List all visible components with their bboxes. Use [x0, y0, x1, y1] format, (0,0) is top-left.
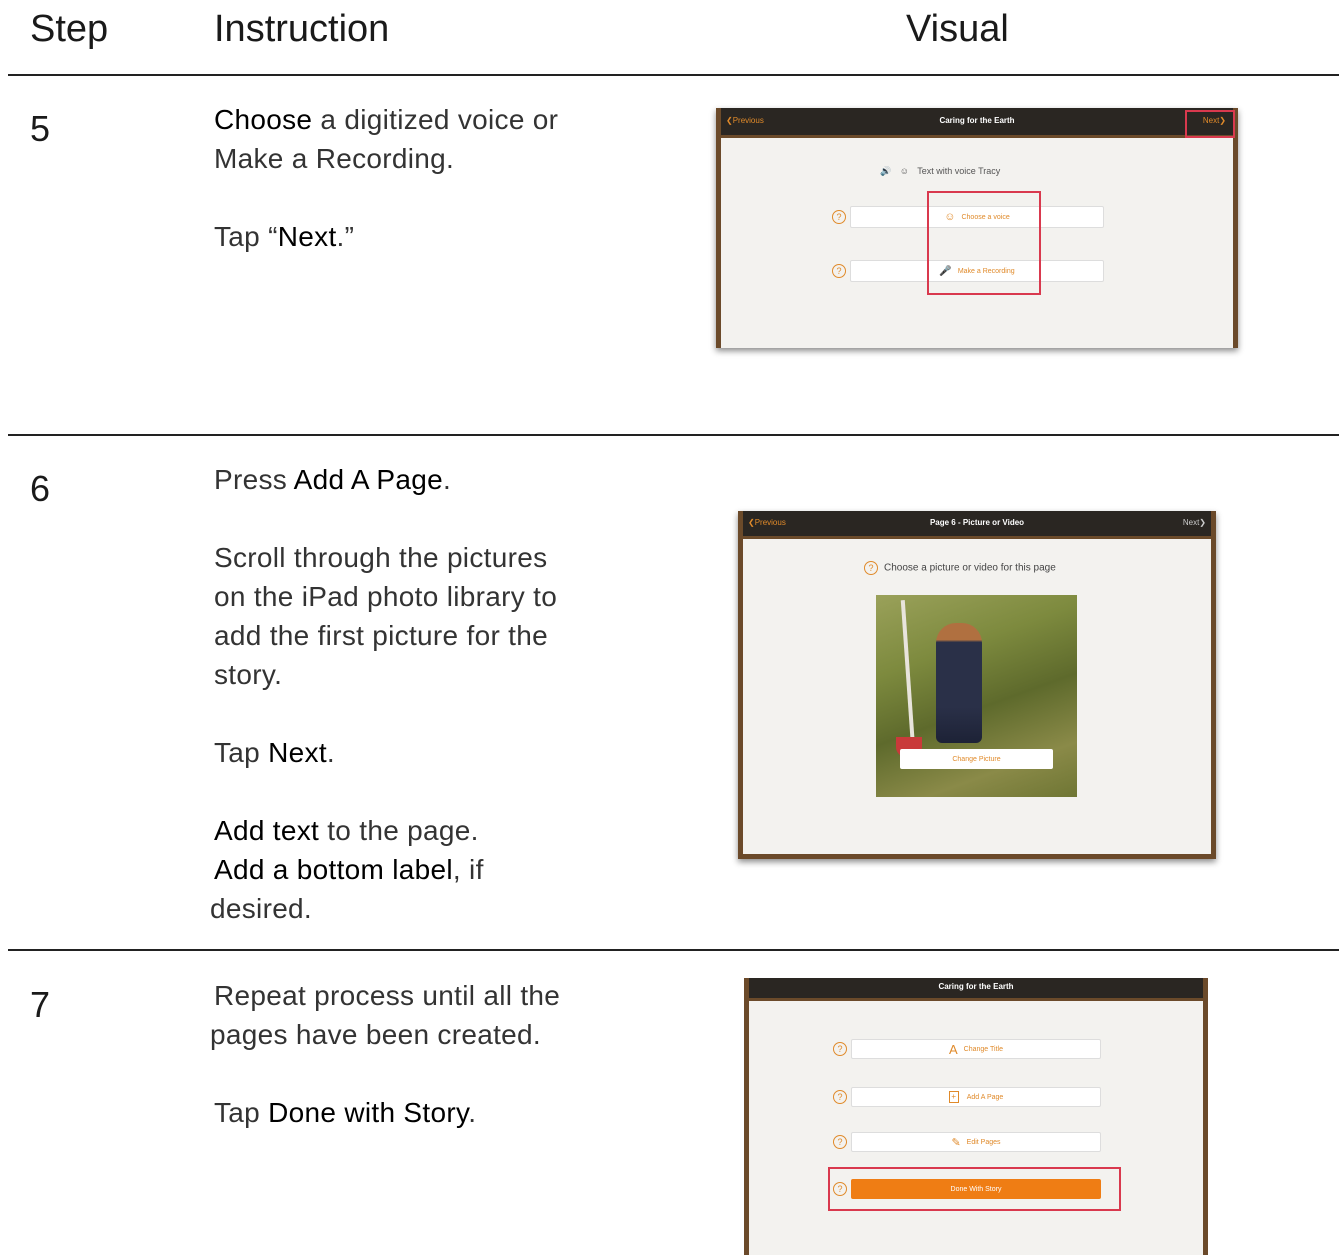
step-number: 6	[30, 468, 51, 509]
header-visual: Visual	[906, 8, 1009, 50]
screenshot-picture: ❮Previous Page 6 - Picture or Video Next…	[738, 511, 1216, 859]
emphasis: Add A Page	[293, 464, 443, 495]
help-icon[interactable]: ?	[833, 1090, 847, 1104]
toolbar: ❮Previous Page 6 - Picture or Video Next…	[738, 511, 1216, 539]
help-icon[interactable]: ?	[833, 1042, 847, 1056]
instruction-line: to the page.	[319, 815, 479, 846]
header-step: Step	[30, 8, 109, 50]
instruction-line: Repeat process until all the	[214, 980, 561, 1011]
instruction-line: , if	[452, 854, 484, 885]
help-icon[interactable]: ?	[832, 210, 846, 224]
instruction-text: Choose a digitized voice or Make a Recor…	[214, 100, 558, 256]
shovel-handle	[900, 600, 916, 750]
story-photo[interactable]: Change Picture	[876, 595, 1077, 797]
instruction-line: .”	[336, 221, 355, 252]
screenshot-story-menu: Caring for the Earth ? A Change Title ? +…	[744, 978, 1208, 1255]
highlight-box	[828, 1167, 1121, 1211]
screen-title: Caring for the Earth	[938, 982, 1014, 991]
highlight-box	[927, 191, 1041, 295]
instruction-line: Press	[214, 464, 294, 495]
screen-title: Page 6 - Picture or Video	[929, 518, 1025, 527]
instruction-line: .	[468, 1097, 477, 1128]
step-number: 5	[30, 108, 51, 149]
instruction-line: .	[326, 737, 335, 768]
emphasis: Add a bottom label	[214, 854, 453, 885]
emphasis: Next	[277, 221, 337, 252]
row-divider	[8, 949, 1339, 951]
emphasis: Next	[268, 737, 327, 768]
edit-pages-button[interactable]: ✎ Edit Pages	[851, 1132, 1101, 1152]
instruction-line: Tap	[214, 737, 269, 768]
add-page-icon: +	[948, 1091, 959, 1103]
wood-frame	[1233, 108, 1238, 348]
child-figure	[936, 623, 982, 743]
person-icon: ☺	[899, 166, 909, 176]
wood-frame	[738, 854, 1216, 859]
instruction-line: Tap	[214, 1097, 269, 1128]
wood-frame	[716, 108, 721, 348]
add-page-button[interactable]: + Add A Page	[851, 1087, 1101, 1107]
help-icon[interactable]: ?	[832, 264, 846, 278]
emphasis: Add text	[214, 815, 320, 846]
step-number: 7	[30, 984, 51, 1025]
help-icon[interactable]: ?	[864, 561, 878, 575]
voice-info: 🔊 ☺ Text with voice Tracy	[880, 166, 1000, 177]
toolbar: Caring for the Earth	[744, 978, 1208, 1001]
header-instruction: Instruction	[214, 8, 390, 50]
wood-frame	[1203, 978, 1208, 1255]
wood-frame	[738, 511, 743, 859]
instruction-text: Press Add A Page. Scroll through the pic…	[210, 460, 558, 928]
wood-frame	[1211, 511, 1216, 859]
instruction-line: add the first picture for the	[214, 620, 548, 651]
toolbar: ❮Previous Caring for the Earth Next❯	[716, 108, 1238, 138]
emphasis: Choose	[214, 104, 313, 135]
emphasis: Done with Story	[268, 1097, 469, 1128]
change-title-button[interactable]: A Change Title	[851, 1039, 1101, 1059]
wood-frame	[744, 978, 749, 1255]
instruction-line: .	[442, 464, 452, 495]
instruction-line: pages have been created.	[210, 1019, 542, 1050]
screenshot-voice: ❮Previous Caring for the Earth Next❯ 🔊 ☺…	[716, 108, 1238, 348]
voice-label: Text with voice Tracy	[917, 166, 1001, 176]
next-button[interactable]: Next❯	[1183, 518, 1206, 527]
picture-prompt: ? Choose a picture or video for this page	[864, 561, 1056, 575]
header-divider	[8, 74, 1339, 76]
pencil-icon: ✎	[951, 1136, 961, 1149]
instruction-line: Make a Recording.	[214, 143, 455, 174]
row-divider	[8, 434, 1339, 436]
instruction-line: a digitized voice or	[312, 104, 559, 135]
instruction-text: Repeat process until all the pages have …	[210, 976, 561, 1132]
instruction-line: Tap “	[214, 221, 278, 252]
instruction-line: story.	[214, 659, 283, 690]
speaker-icon: 🔊	[880, 166, 892, 176]
screen-title: Caring for the Earth	[939, 116, 1015, 125]
instruction-line: Scroll through the pictures	[214, 542, 548, 573]
help-icon[interactable]: ?	[833, 1135, 847, 1149]
highlight-box	[1185, 110, 1235, 138]
instruction-line: on the iPad photo library to	[214, 581, 558, 612]
change-picture-button[interactable]: Change Picture	[900, 749, 1053, 769]
letter-a-icon: A	[949, 1041, 958, 1057]
instruction-line: desired.	[210, 893, 313, 924]
